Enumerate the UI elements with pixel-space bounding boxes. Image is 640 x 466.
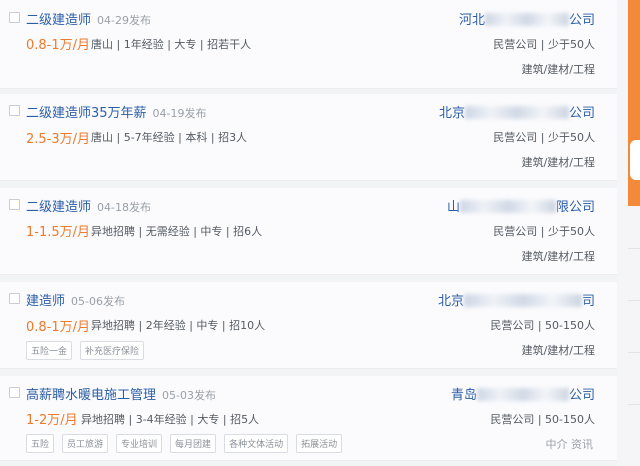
- company-name-end: 公司: [568, 388, 595, 403]
- company-type: 民营公司 | 50-150人: [490, 413, 595, 426]
- job-meta: 唐山 | 5-7年经验 | 本科 | 招3人: [91, 131, 248, 144]
- divider: [628, 404, 640, 405]
- post-date: 05-06发布: [71, 295, 125, 308]
- benefit-tag: 五险一金: [26, 341, 73, 360]
- job-card[interactable]: 二级建造师35万年薪 04-19发布 2.5-3万/月 唐山 | 5-7年经验 |…: [0, 94, 617, 181]
- company-name[interactable]: 青岛 公司: [451, 384, 595, 403]
- benefit-tag: 各种文体活动: [224, 434, 289, 453]
- benefit-tag: 每月团建: [170, 434, 217, 453]
- select-checkbox[interactable]: [9, 199, 20, 210]
- job-title-row[interactable]: 建造师 05-06发布: [26, 290, 125, 309]
- job-card[interactable]: 二级建造师 04-29发布 0.8-1万/月 唐山 | 1年经验 | 大专 | 招…: [0, 0, 617, 89]
- divider: [628, 352, 640, 353]
- select-checkbox[interactable]: [9, 387, 20, 398]
- divider: [628, 300, 640, 301]
- job-card[interactable]: 二级建造师 04-18发布 1-1.5万/月 异地招聘 | 无需经验 | 中专 |…: [0, 188, 617, 275]
- job-title[interactable]: 高薪聘水暖电施工管理: [26, 388, 156, 403]
- job-title[interactable]: 建造师: [26, 294, 65, 309]
- benefit-tag: 员工旅游: [62, 434, 109, 453]
- job-title-row[interactable]: 二级建造师 04-29发布: [26, 9, 151, 28]
- benefit-tag: 补充医疗保险: [80, 341, 145, 360]
- company-name[interactable]: 山 限公司: [447, 196, 595, 215]
- company-name-end: 公司: [568, 106, 595, 121]
- redaction-blur: [464, 106, 569, 119]
- select-checkbox[interactable]: [9, 293, 20, 304]
- company-name[interactable]: 北京 司: [438, 290, 595, 309]
- company-name-start: 北京: [437, 294, 464, 309]
- job-title-row[interactable]: 二级建造师 04-18发布: [26, 196, 151, 215]
- job-title[interactable]: 二级建造师: [26, 13, 91, 28]
- post-date: 05-03发布: [162, 389, 216, 402]
- divider: [628, 248, 640, 249]
- select-checkbox[interactable]: [9, 105, 20, 116]
- select-checkbox[interactable]: [9, 12, 20, 23]
- job-meta: 异地招聘 | 无需经验 | 中专 | 招6人: [91, 225, 263, 238]
- benefit-tags: 五险 员工旅游 专业培训 每月团建 各种文体活动 拓展活动: [26, 434, 343, 453]
- company-name[interactable]: 河北 公司: [459, 9, 595, 28]
- job-meta: 异地招聘 | 3-4年经验 | 大专 | 招5人: [81, 413, 260, 426]
- post-date: 04-29发布: [97, 14, 151, 27]
- industry: 建筑/建材/工程: [521, 344, 595, 357]
- job-meta: 唐山 | 1年经验 | 大专 | 招若干人: [91, 38, 252, 51]
- salary: 2.5-3万/月: [26, 132, 91, 147]
- benefit-tag: 拓展活动: [296, 434, 343, 453]
- job-title[interactable]: 二级建造师: [26, 200, 91, 215]
- salary: 1-1.5万/月: [26, 225, 91, 240]
- job-meta: 异地招聘 | 2年经验 | 中专 | 招10人: [91, 319, 266, 332]
- redaction-blur: [476, 388, 569, 401]
- benefit-tags: 五险一金 补充医疗保险: [26, 341, 145, 360]
- company-name-end: 限公司: [555, 200, 595, 215]
- company-name-start: 青岛: [450, 388, 477, 403]
- redaction-blur: [463, 294, 582, 307]
- industry: 建筑/建材/工程: [521, 63, 595, 76]
- company-type: 民营公司 | 少于50人: [493, 225, 595, 238]
- redaction-blur: [459, 200, 556, 213]
- job-title[interactable]: 二级建造师35万年薪: [26, 106, 147, 121]
- company-type: 民营公司 | 少于50人: [493, 38, 595, 51]
- industry: 建筑/建材/工程: [521, 250, 595, 263]
- job-title-row[interactable]: 高薪聘水暖电施工管理 05-03发布: [26, 384, 216, 403]
- company-name-start: 北京: [438, 106, 465, 121]
- salary: 0.8-1万/月: [26, 320, 91, 335]
- benefit-tag: 专业培训: [116, 434, 163, 453]
- post-date: 04-19发布: [152, 107, 207, 120]
- job-title-row[interactable]: 二级建造师35万年薪 04-19发布: [26, 102, 207, 121]
- redaction-blur: [484, 13, 569, 26]
- industry: 建筑/建材/工程: [521, 156, 595, 169]
- company-name-start: 山: [446, 200, 460, 215]
- company-name-start: 河北: [458, 13, 485, 28]
- job-card[interactable]: 高薪聘水暖电施工管理 05-03发布 1-2万/月 异地招聘 | 3-4年经验 |…: [0, 376, 617, 461]
- company-name[interactable]: 北京 公司: [439, 102, 595, 121]
- watermark-text: 中介 资讯: [545, 438, 594, 451]
- company-type: 民营公司 | 少于50人: [493, 131, 595, 144]
- job-card[interactable]: 建造师 05-06发布 0.8-1万/月 异地招聘 | 2年经验 | 中专 | 招…: [0, 282, 617, 369]
- salary: 1-2万/月: [26, 413, 78, 428]
- company-name-end: 公司: [568, 13, 595, 28]
- salary: 0.8-1万/月: [26, 38, 91, 53]
- benefit-tag: 五险: [26, 434, 55, 453]
- post-date: 04-18发布: [97, 201, 151, 214]
- company-type: 民营公司 | 50-150人: [490, 319, 595, 332]
- side-banner-graphic: [630, 140, 640, 180]
- company-name-end: 司: [581, 294, 595, 309]
